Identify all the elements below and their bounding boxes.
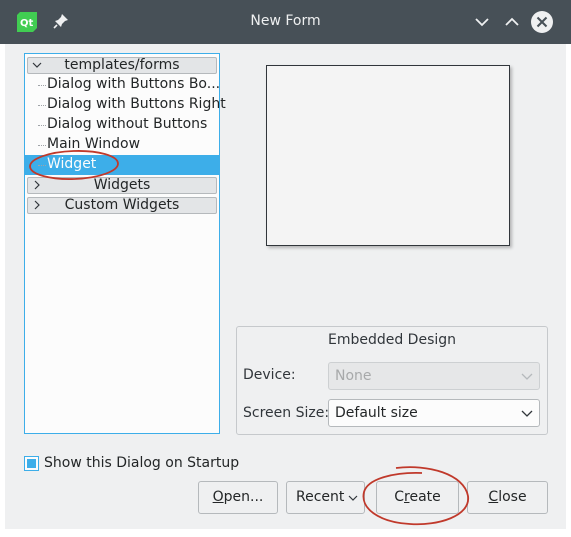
embedded-design-group: Embedded Design Device: None Screen Size… (236, 326, 548, 435)
tree-group-custom-widgets[interactable]: Custom Widgets (27, 197, 217, 214)
button-text: Recent (296, 489, 345, 505)
minimize-icon[interactable] (470, 10, 494, 34)
tree-connector (38, 125, 46, 126)
title-bar: Qt New Form (0, 0, 571, 44)
tree-item-dialog-buttons-bottom[interactable]: Dialog with Buttons Bo... (25, 75, 221, 95)
mnemonic-char: O (212, 489, 224, 505)
tree-connector (38, 105, 46, 106)
close-icon[interactable] (530, 10, 554, 34)
tree-item-dialog-buttons-right[interactable]: Dialog with Buttons Right (25, 95, 226, 115)
button-text: lose (498, 489, 527, 505)
annotation-circle-widget (29, 150, 119, 180)
close-button[interactable]: Close (467, 481, 548, 514)
window-frame-bottom (0, 529, 571, 537)
tree-item-label: Dialog without Buttons (47, 116, 208, 132)
screen-size-value: Default size (335, 405, 418, 421)
checkbox-checked-mark (27, 459, 36, 468)
open-button[interactable]: Open... (198, 481, 278, 514)
tree-connector (38, 85, 46, 86)
mnemonic-char: C (488, 489, 499, 505)
maximize-icon[interactable] (500, 10, 524, 34)
tree-item-label: Dialog with Buttons Right (47, 96, 226, 112)
group-title: Embedded Design (327, 332, 457, 348)
chevron-down-icon[interactable] (521, 408, 533, 418)
device-select: None (328, 362, 540, 390)
tree-group-label: templates/forms (64, 57, 180, 73)
template-tree[interactable]: templates/forms Dialog with Buttons Bo..… (24, 53, 226, 434)
annotation-circle-create (362, 466, 469, 526)
tree-item-dialog-without-buttons[interactable]: Dialog without Buttons (25, 115, 219, 135)
device-value: None (335, 368, 372, 384)
form-preview (266, 65, 510, 246)
recent-button[interactable]: Recent (286, 481, 365, 514)
screen-size-select[interactable]: Default size (328, 399, 540, 427)
button-text: pen... (223, 489, 264, 505)
show-on-startup-label[interactable]: Show this Dialog on Startup (44, 455, 239, 471)
device-label: Device: (243, 367, 296, 383)
tree-group-label: Custom Widgets (64, 197, 180, 213)
show-on-startup-checkbox[interactable] (24, 456, 39, 471)
tree-item-label: Dialog with Buttons Bo... (47, 76, 221, 92)
tree-group-templates-forms[interactable]: templates/forms (27, 57, 217, 74)
chevron-down-icon (521, 373, 533, 380)
screen-size-label: Screen Size: (243, 405, 330, 421)
